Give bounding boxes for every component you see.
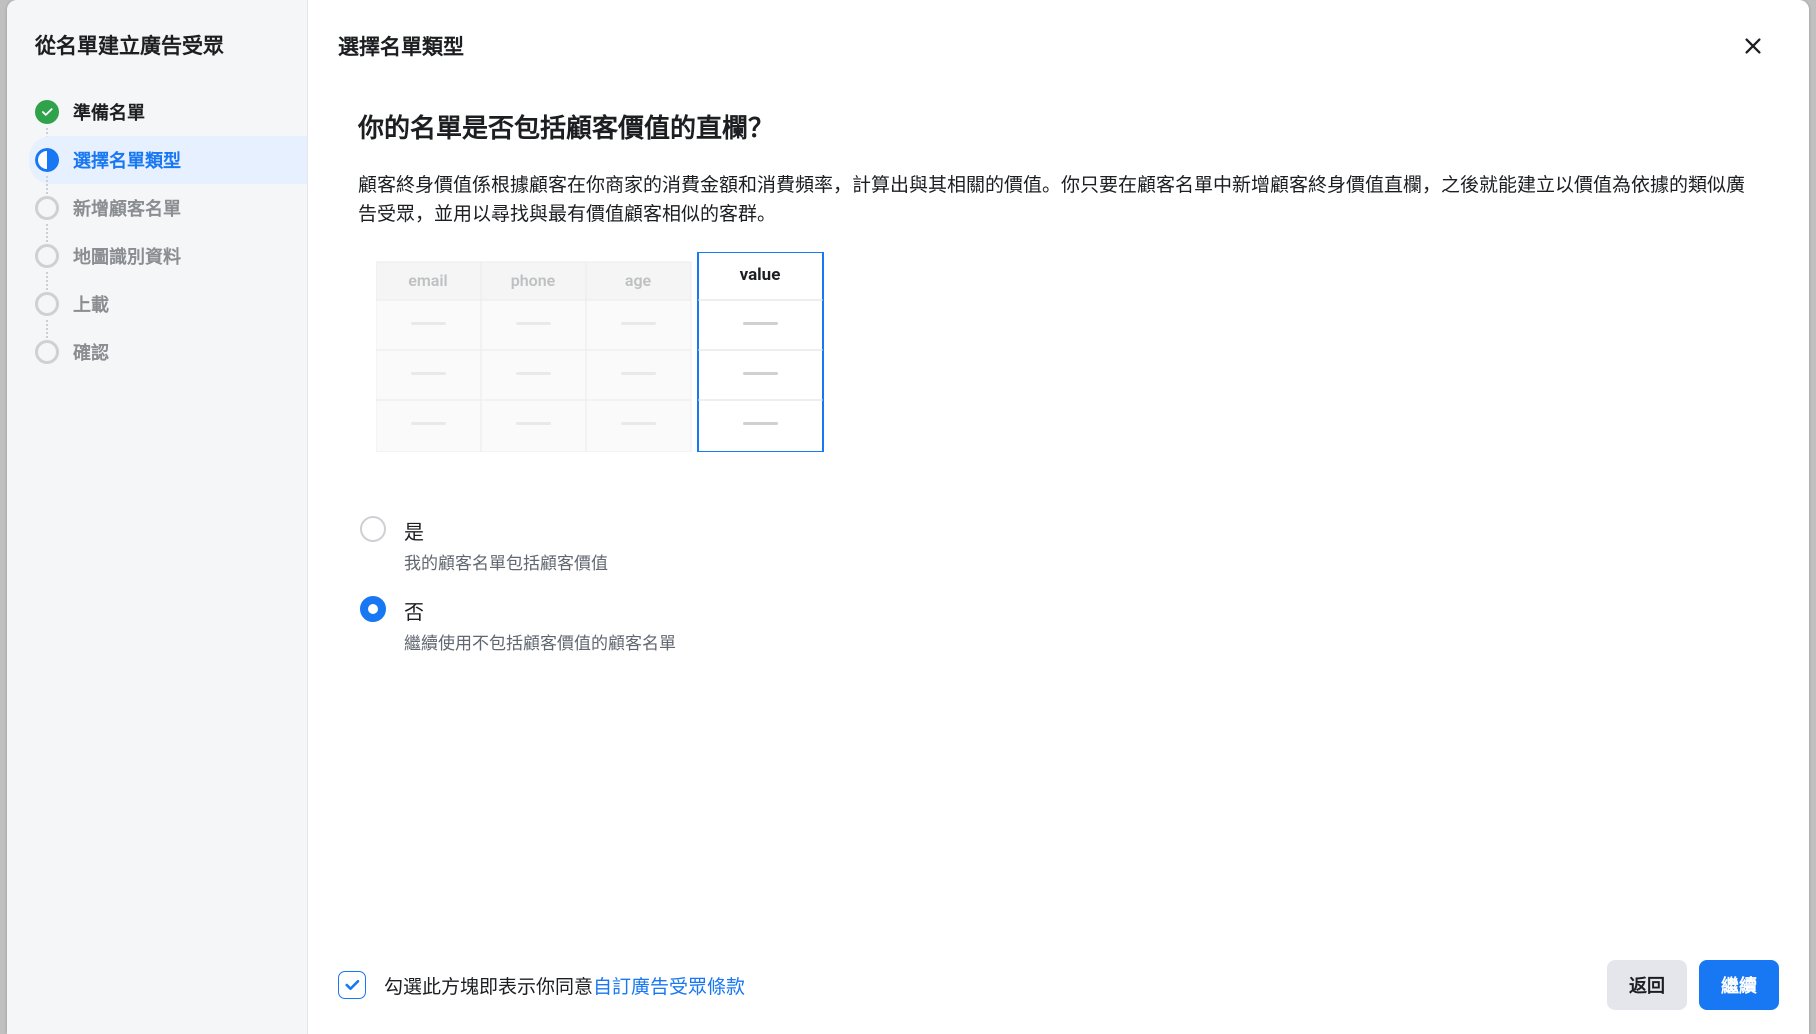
radio-option-yes[interactable]: 是 我的顧客名單包括顧客價值 (360, 516, 1759, 574)
radio-description: 繼續使用不包括顧客價值的顧客名單 (404, 629, 676, 654)
step-upload[interactable]: 上載 (29, 280, 307, 328)
step-select-type[interactable]: 選擇名單類型 (29, 136, 307, 184)
table-illustration: email phone age (376, 252, 1759, 456)
step-label: 準備名單 (73, 99, 145, 125)
pending-step-icon (35, 340, 59, 364)
main-header: 選擇名單類型 (308, 0, 1809, 86)
svg-text:phone: phone (511, 271, 556, 290)
close-button[interactable] (1735, 28, 1771, 64)
svg-text:age: age (625, 271, 652, 290)
modal-container: 從名單建立廣告受眾 準備名單 選擇名單類型 新增顧客名單 (7, 0, 1809, 1034)
pending-step-icon (35, 292, 59, 316)
section-heading: 你的名單是否包括顧客價值的直欄？ (358, 108, 1759, 145)
step-confirm[interactable]: 確認 (29, 328, 307, 376)
step-label: 新增顧客名單 (73, 195, 181, 221)
svg-text:value: value (740, 265, 781, 285)
pending-step-icon (35, 244, 59, 268)
step-label: 地圖識別資料 (73, 243, 181, 269)
footer: 勾選此方塊即表示你同意自訂廣告受眾條款 返回 繼續 (308, 940, 1809, 1034)
radio-option-no[interactable]: 否 繼續使用不包括顧客價值的顧客名單 (360, 596, 1759, 654)
step-add-customers[interactable]: 新增顧客名單 (29, 184, 307, 232)
radio-group: 是 我的顧客名單包括顧客價值 否 繼續使用不包括顧客價值的顧客名單 (358, 516, 1759, 654)
section-description: 顧客終身價值係根據顧客在你商家的消費金額和消費頻率，計算出與其相關的價值。你只要… (358, 171, 1759, 228)
agreement-text: 勾選此方塊即表示你同意 (384, 975, 593, 998)
sidebar-title: 從名單建立廣告受眾 (7, 30, 307, 88)
page-title: 選擇名單類型 (338, 31, 464, 61)
radio-label: 是 (404, 516, 608, 545)
step-list: 準備名單 選擇名單類型 新增顧客名單 地圖識別資料 (7, 88, 307, 376)
back-button[interactable]: 返回 (1607, 960, 1687, 1010)
step-label: 選擇名單類型 (73, 147, 181, 173)
footer-buttons: 返回 繼續 (1607, 960, 1779, 1010)
radio-content: 否 繼續使用不包括顧客價值的顧客名單 (404, 596, 676, 654)
step-prepare-list[interactable]: 準備名單 (29, 88, 307, 136)
step-label: 上載 (73, 291, 109, 317)
main-content: 選擇名單類型 你的名單是否包括顧客價值的直欄？ 顧客終身價值係根據顧客在你商家的… (308, 0, 1809, 1034)
step-map-data[interactable]: 地圖識別資料 (29, 232, 307, 280)
check-icon (343, 976, 361, 994)
pending-step-icon (35, 196, 59, 220)
terms-link[interactable]: 自訂廣告受眾條款 (593, 975, 745, 998)
terms-checkbox[interactable] (338, 971, 366, 999)
content-body: 你的名單是否包括顧客價值的直欄？ 顧客終身價值係根據顧客在你商家的消費金額和消費… (308, 86, 1809, 940)
check-circle-icon (35, 100, 59, 124)
sidebar: 從名單建立廣告受眾 準備名單 選擇名單類型 新增顧客名單 (7, 0, 308, 1034)
continue-button[interactable]: 繼續 (1699, 960, 1779, 1010)
step-label: 確認 (73, 339, 109, 365)
close-icon (1742, 35, 1764, 57)
footer-agreement: 勾選此方塊即表示你同意自訂廣告受眾條款 (338, 971, 745, 999)
current-step-icon (35, 148, 59, 172)
radio-label: 否 (404, 596, 676, 625)
radio-content: 是 我的顧客名單包括顧客價值 (404, 516, 608, 574)
svg-text:email: email (408, 271, 447, 290)
checkbox-label: 勾選此方塊即表示你同意自訂廣告受眾條款 (384, 972, 745, 999)
radio-description: 我的顧客名單包括顧客價值 (404, 549, 608, 574)
radio-icon (360, 596, 386, 622)
radio-icon (360, 516, 386, 542)
